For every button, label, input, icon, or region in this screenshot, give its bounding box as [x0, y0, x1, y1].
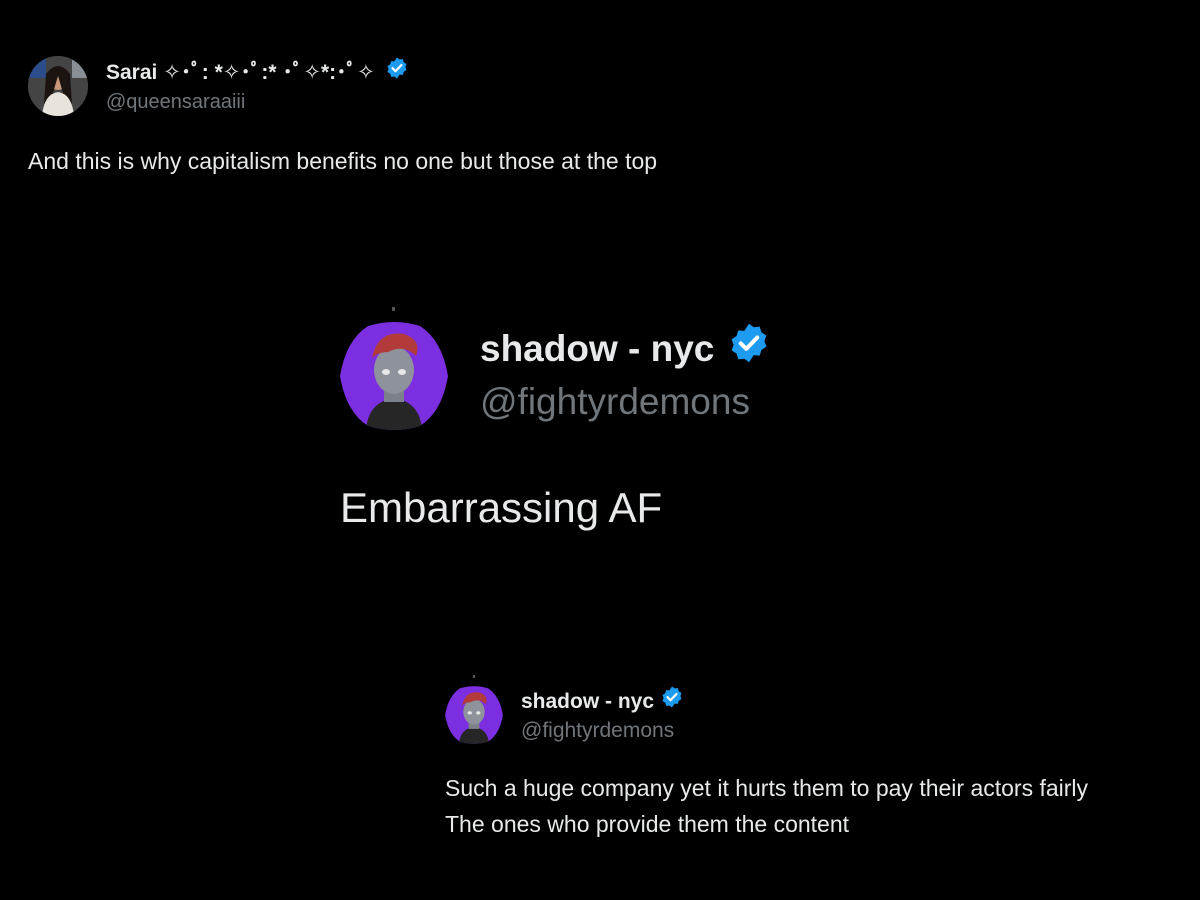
avatar[interactable] — [28, 56, 88, 116]
display-name-text[interactable]: shadow - nyc — [480, 328, 714, 369]
tweet-text-line-2: The ones who provide them the content — [445, 811, 850, 837]
handle[interactable]: @fightyrdemons — [521, 718, 674, 744]
handle[interactable]: @fightyrdemons — [480, 378, 750, 426]
tweet-text-line-1: Such a huge company yet it hurts them to… — [445, 775, 1089, 801]
decorative-dot — [473, 675, 475, 678]
tweet-text: Embarrassing AF — [340, 484, 663, 531]
display-name-text[interactable]: Sarai ✧･ﾟ: *✧･ﾟ:* ･ﾟ✧*:･ﾟ✧ — [106, 61, 375, 84]
display-name[interactable]: shadow - nyc — [521, 686, 684, 716]
verified-badge-icon — [660, 685, 684, 716]
display-name-text[interactable]: shadow - nyc — [521, 690, 654, 713]
handle[interactable]: @queensaraaiii — [106, 90, 245, 114]
verified-badge-icon — [727, 321, 771, 376]
avatar[interactable] — [444, 686, 504, 744]
tweet-text: And this is why capitalism benefits no o… — [28, 148, 658, 174]
display-name[interactable]: Sarai ✧･ﾟ: *✧･ﾟ:* ･ﾟ✧*:･ﾟ✧ — [106, 57, 409, 87]
verified-badge-icon — [385, 56, 409, 87]
decorative-dot — [392, 307, 395, 311]
avatar[interactable] — [338, 322, 450, 430]
display-name[interactable]: shadow - nyc — [480, 323, 771, 376]
